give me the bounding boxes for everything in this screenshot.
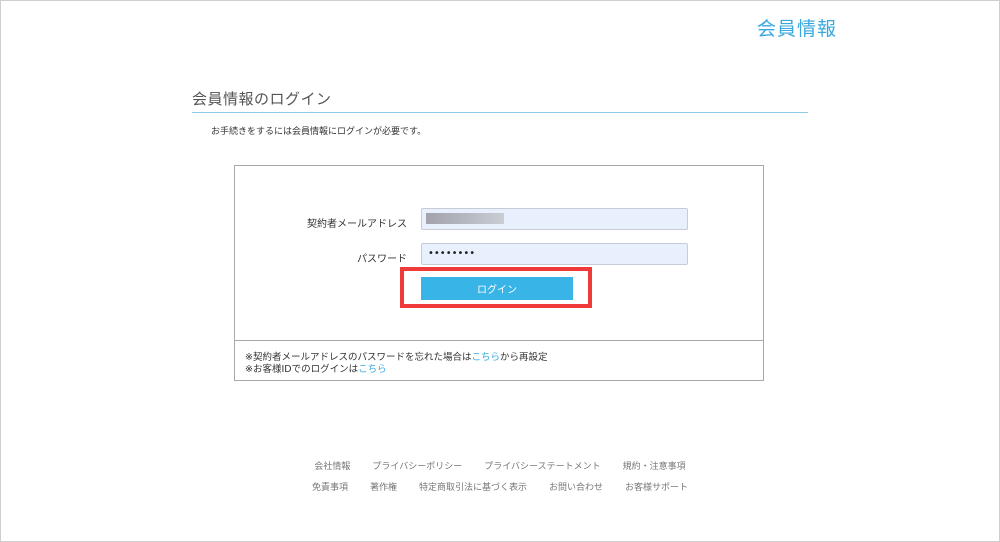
forgot-password-suffix: から再設定 — [499, 352, 548, 363]
footer-link-terms[interactable]: 規約・注意事項 — [623, 459, 686, 472]
footer-link-contact[interactable]: お問い合わせ — [549, 480, 603, 493]
forgot-password-link[interactable]: こちら — [471, 352, 500, 363]
login-button-highlight — [400, 267, 592, 308]
customer-id-login-link[interactable]: こちら — [358, 364, 387, 375]
password-label: パスワード — [357, 254, 407, 265]
section-title: 会員情報のログイン — [192, 90, 332, 108]
intro-text: お手続きをするには会員情報にログインが必要です。 — [211, 127, 427, 137]
password-input[interactable]: •••••••• — [421, 243, 688, 265]
customer-id-prefix: ※お客様IDでのログインは — [245, 364, 359, 375]
email-input[interactable] — [421, 208, 688, 230]
footer-link-company-info[interactable]: 会社情報 — [314, 459, 350, 472]
section-divider — [192, 112, 808, 113]
footer-link-privacy-statement[interactable]: プライバシーステートメント — [484, 459, 600, 472]
footer-link-disclaimer[interactable]: 免責事項 — [312, 480, 348, 493]
customer-id-note: ※お客様IDでのログインはこちら — [245, 361, 387, 375]
footer-link-copyright[interactable]: 著作権 — [370, 480, 397, 493]
login-form-box: 契約者メールアドレス パスワード •••••••• ログイン ※契約者メールアド… — [234, 165, 764, 381]
footer-link-commercial-transactions[interactable]: 特定商取引法に基づく表示 — [419, 480, 527, 493]
header-title: 会員情報 — [756, 18, 837, 40]
email-label: 契約者メールアドレス — [307, 219, 407, 230]
footer-link-customer-support[interactable]: お客様サポート — [625, 480, 688, 493]
footer-link-privacy-policy[interactable]: プライバシーポリシー — [372, 459, 462, 472]
form-divider — [235, 340, 763, 341]
footer-nav-row-1: 会社情報 プライバシーポリシー プライバシーステートメント 規約・注意事項 — [0, 459, 1000, 472]
footer-nav-row-2: 免責事項 著作権 特定商取引法に基づく表示 お問い合わせ お客様サポート — [0, 480, 1000, 493]
password-masked-value: •••••••• — [428, 248, 476, 259]
blurred-email-value — [426, 213, 504, 224]
